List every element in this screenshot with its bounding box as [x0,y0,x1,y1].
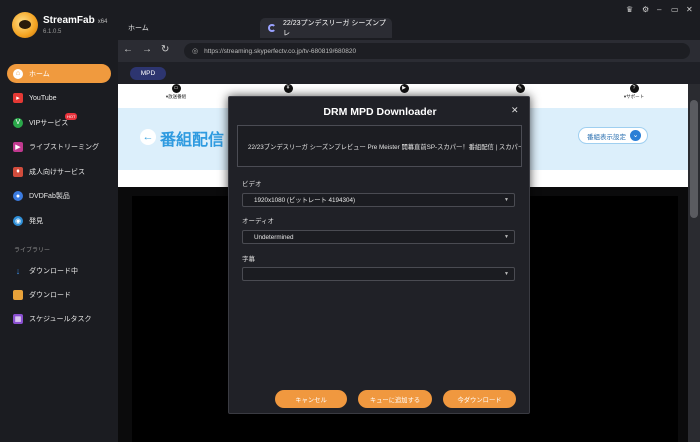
audio-label: オーディオ [242,218,275,225]
mpd-bar: MPD [118,62,700,84]
chevron-down-icon: ▼ [504,271,509,277]
tab-bar: ホーム 22/23プンデスリーガ シーズンプレ ♛ ⚙ – ▭ ✕ [118,0,700,40]
url-text: https://streaming.skyperfectv.co.jp/tv-6… [204,47,357,55]
sidebar-item-label: スケジュールタスク [29,315,92,323]
youtube-icon: ▸ [13,93,23,104]
sidebar-item-home[interactable]: ⌂ ホーム [7,64,111,83]
sidebar-item-dvdfab[interactable]: ● DVDFab製品 [7,187,111,206]
schedule-icon: ▦ [13,313,23,324]
sidebar-item-label: ホーム [29,70,50,78]
tab-home[interactable]: ホーム [128,23,149,33]
back-arrow-icon[interactable]: ← [140,129,156,145]
video-select[interactable]: 1920x1080 (ビットレート 4194304) ▼ [242,193,515,207]
sidebar-item-label: ライブストリーミング [29,144,99,152]
address-bar: ← → ↻ ◎ https://streaming.skyperfectv.co… [118,40,700,62]
audio-select[interactable]: Undetermined ▼ [242,230,515,244]
close-icon[interactable]: ✕ [686,5,693,14]
streamfab-logo-icon [12,12,38,38]
library-title: ライブラリー [14,248,51,254]
display-settings-button[interactable]: 番組表示設定 ⌄ [578,127,648,144]
pen-icon: ✎ [515,84,525,93]
tv-icon: ▭ [171,84,181,93]
scrollbar-thumb[interactable] [690,100,698,218]
sidebar-item-label: VIPサービス [29,119,69,127]
close-icon[interactable]: ✕ [511,105,519,116]
app-arch: x64 [97,18,108,25]
app-version: 6.1.0.5 [43,28,62,35]
download-icon: ↓ [15,265,21,276]
sidebar-item-youtube[interactable]: ▸ YouTube [7,89,111,108]
sidebar-item-label: YouTube [29,94,57,102]
settings-icon[interactable]: ⚙ [642,5,649,14]
back-icon[interactable]: ← [123,44,133,55]
dvdfab-icon: ● [13,191,23,202]
yen-icon: ¥ [283,84,293,93]
mpd-button[interactable]: MPD [130,67,166,80]
dialog-title: DRM MPD Downloader [323,106,437,118]
sidebar-item-adult[interactable]: ♦ 成人向けサービス [7,162,111,181]
loading-spinner-icon [268,24,276,32]
sidebar-item-label: 成人向けサービス [29,168,85,176]
sidebar-item-live[interactable]: ▶ ライブストリーミング [7,138,111,157]
web-nav-yen[interactable]: ¥ [268,84,308,94]
app-logo: StreamFab x64 6.1.0.5 [12,12,107,38]
drm-mpd-downloader-dialog: DRM MPD Downloader ✕ 22/23ブンデスリーガ シーズンプレ… [228,96,530,414]
skin-icon[interactable]: ♛ [626,5,633,14]
download-now-button[interactable]: 今ダウンロード [443,390,516,408]
sidebar-item-downloaded[interactable]: ダウンロード [7,285,111,304]
web-nav-play[interactable]: ▶ [384,84,424,94]
web-nav-broadcast[interactable]: ▭ ▾放送番組 [156,84,196,100]
adult-icon: ♦ [13,166,23,177]
sidebar: StreamFab x64 6.1.0.5 ⌂ ホーム ▸ YouTube V V… [0,0,118,442]
reload-icon[interactable]: ↻ [161,44,169,55]
tab-current-page[interactable]: 22/23プンデスリーガ シーズンプレ [260,18,392,38]
live-icon: ▶ [13,142,23,153]
add-to-queue-button[interactable]: キューに追加する [358,390,432,408]
subtitle-label: 字幕 [242,256,255,263]
sidebar-item-label: DVDFab製品 [29,193,70,201]
sidebar-item-label: 発見 [29,218,43,226]
web-nav-support[interactable]: ? ▾サポート [614,84,654,100]
maximize-icon[interactable]: ▭ [671,5,679,14]
help-icon: ? [629,84,639,93]
sidebar-item-label: ダウンロード中 [29,267,78,275]
discover-icon: ◉ [13,216,23,227]
play-icon: ▶ [399,84,409,93]
folder-icon [13,289,23,300]
vip-icon: V [13,117,23,128]
sidebar-nav: ⌂ ホーム ▸ YouTube V VIPサービス HOT ▶ ライブストリーミ… [0,64,118,236]
tab-title: 22/23プンデスリーガ シーズンプレ [282,20,386,37]
forward-icon[interactable]: → [142,44,152,55]
subtitle-select[interactable]: ▼ [242,267,515,281]
sidebar-item-vip[interactable]: V VIPサービス HOT [7,113,111,132]
url-field[interactable]: ◎ https://streaming.skyperfectv.co.jp/tv… [184,43,690,59]
chevron-down-icon: ⌄ [630,130,641,141]
library-nav: ↓ ダウンロード中 ダウンロード ▦ スケジュールタスク [0,261,118,334]
sidebar-item-downloading[interactable]: ↓ ダウンロード中 [7,261,111,280]
globe-icon: ◎ [192,48,199,55]
minimize-icon[interactable]: – [657,5,661,14]
sidebar-item-discover[interactable]: ◉ 発見 [7,212,111,231]
video-label: ビデオ [242,181,262,188]
chevron-down-icon: ▼ [504,234,509,240]
cancel-button[interactable]: キャンセル [275,390,347,408]
banner-title: 番組配信 [160,132,225,149]
home-icon: ⌂ [13,68,23,79]
chevron-down-icon: ▼ [504,197,509,203]
filename-field[interactable]: 22/23ブンデスリーガ シーズンプレビュー Pre Meister 開幕直前S… [237,125,522,167]
hot-badge: HOT [65,113,78,121]
sidebar-item-schedule[interactable]: ▦ スケジュールタスク [7,309,111,328]
web-nav-guide[interactable]: ✎ [500,84,540,94]
app-name: StreamFab [43,14,95,26]
sidebar-item-label: ダウンロード [29,291,71,299]
